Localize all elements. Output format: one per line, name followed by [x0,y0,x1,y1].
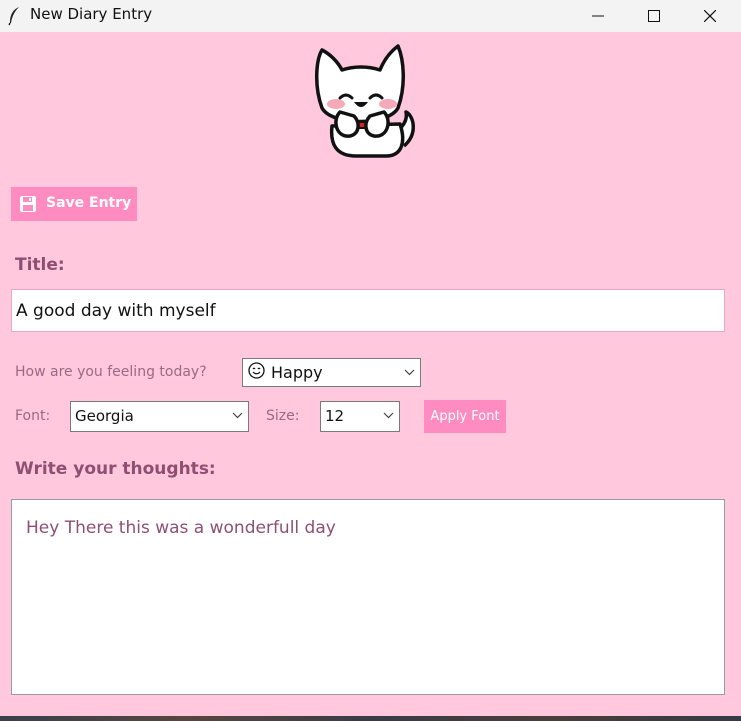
font-select[interactable]: Georgia [70,401,249,432]
floppy-disk-icon [19,195,37,217]
diary-window: New Diary Entry Save Entry Title: A good… [0,0,741,716]
chevron-down-icon [404,369,415,376]
chevron-down-icon [232,412,243,419]
maximize-icon [648,10,660,22]
title-bar: New Diary Entry [0,0,741,32]
apply-font-button[interactable]: Apply Font [424,400,506,433]
window-title: New Diary Entry [30,5,153,23]
minimize-button[interactable] [575,0,621,32]
minimize-icon [592,15,604,17]
feather-icon [7,6,21,26]
save-entry-label: Save Entry [46,195,132,211]
font-selected-value: Georgia [75,407,134,425]
desktop-background-strip [0,716,741,721]
save-entry-button[interactable]: Save Entry [11,187,137,221]
maximize-button[interactable] [631,0,677,32]
size-label: Size: [266,408,300,424]
close-icon [704,10,716,22]
smiley-face-icon [248,361,265,383]
mood-label: How are you feeling today? [15,364,207,380]
size-select[interactable]: 12 [320,401,400,432]
mood-selected-value: Happy [271,363,323,382]
font-label: Font: [15,408,51,424]
thoughts-label: Write your thoughts: [15,459,216,479]
close-button[interactable] [687,0,733,32]
size-selected-value: 12 [325,407,345,425]
title-label: Title: [15,255,65,275]
chevron-down-icon [383,412,394,419]
cute-cat-mascot [310,42,422,160]
title-input[interactable] [11,289,725,332]
mood-select[interactable]: Happy [242,358,421,387]
thoughts-textarea[interactable]: Hey There this was a wonderfull day [11,499,725,695]
